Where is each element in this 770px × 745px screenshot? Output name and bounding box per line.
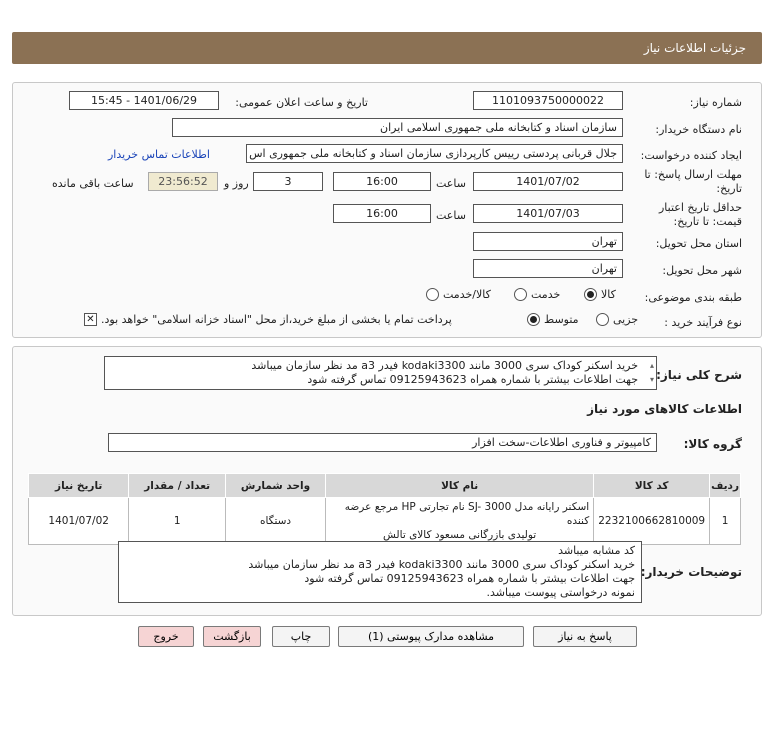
goods-table: ردیف کد کالا نام کالا واحد شمارش تعداد /… xyxy=(27,473,741,545)
requester-label: ایجاد کننده درخواست: xyxy=(640,149,742,162)
col-date: تاریخ نیاز xyxy=(27,473,130,498)
buyer-org-field: سازمان اسناد و کتابخانه ملی جمهوری اسلام… xyxy=(172,118,623,137)
purchase-process-label: نوع فرآیند خرید : xyxy=(664,316,742,329)
back-button[interactable]: بازگشت xyxy=(203,626,261,647)
cell-name-line-1: اسکنر رایانه مدل SJ- 3000 نام تجارتی HP … xyxy=(344,501,590,527)
reply-deadline-label-2: تاریخ: xyxy=(716,182,742,195)
buyer-notes-label: توضیحات خریدار: xyxy=(640,565,742,579)
cell-row: 1 xyxy=(709,497,741,545)
process-medium-radio[interactable] xyxy=(527,313,540,326)
process-option-minor[interactable]: جزیی xyxy=(596,313,638,326)
need-number-label: شماره نیاز: xyxy=(689,96,742,109)
treasury-payment-option[interactable]: پرداخت تمام یا بخشی از مبلغ خرید،از محل … xyxy=(84,313,452,326)
category-both-radio[interactable] xyxy=(426,288,439,301)
category-service-label: خدمت xyxy=(531,288,561,301)
cell-code: 2232100662810009 xyxy=(593,497,711,545)
category-label: طبقه بندی موضوعی: xyxy=(644,291,742,304)
buyer-notes-line-2: خرید اسکنر کوداک سری 3000 مانند kodaki33… xyxy=(248,558,635,571)
cell-name: اسکنر رایانه مدل SJ- 3000 نام تجارتی HP … xyxy=(325,497,595,545)
category-option-both[interactable]: کالا/خدمت xyxy=(426,288,491,301)
cell-name-line-2: تولیدی بازرگانی مسعود کالای تالش xyxy=(383,529,537,541)
page-title: جزئیات اطلاعات نیاز xyxy=(643,41,746,55)
attachments-button[interactable]: مشاهده مدارک پیوستی (1) xyxy=(338,626,524,647)
treasury-payment-note: پرداخت تمام یا بخشی از مبلغ خرید،از محل … xyxy=(101,313,452,326)
summary-line-1: خرید اسکنر کوداک سری 3000 مانند kodaki33… xyxy=(251,359,638,372)
process-minor-label: جزیی xyxy=(613,313,639,326)
price-validity-label-1: حداقل تاریخ اعتبار xyxy=(658,201,742,214)
reply-days-field: 3 xyxy=(253,172,323,191)
col-row: ردیف xyxy=(709,473,741,498)
delivery-province-field: تهران xyxy=(473,232,623,251)
goods-group-field: کامپیوتر و فناوری اطلاعات-سخت افزار xyxy=(108,433,657,452)
remaining-label: ساعت باقی مانده xyxy=(52,177,134,190)
buyer-notes-box: کد مشابه میباشد خرید اسکنر کوداک سری 300… xyxy=(118,541,642,603)
treasury-payment-checkbox[interactable]: ✕ xyxy=(84,313,97,326)
buyer-org-label: نام دستگاه خریدار: xyxy=(655,123,742,136)
table-header-row: ردیف کد کالا نام کالا واحد شمارش تعداد /… xyxy=(27,473,741,498)
page: ParsNamadData 0101 0011 پایگاه خبری رسان… xyxy=(0,0,770,745)
category-goods-radio[interactable] xyxy=(584,288,597,301)
reply-deadline-time: 16:00 xyxy=(333,172,431,191)
category-option-goods[interactable]: کالا xyxy=(584,288,616,301)
process-minor-radio[interactable] xyxy=(596,313,609,326)
reply-button[interactable]: پاسخ به نیاز xyxy=(533,626,637,647)
price-validity-time-label: ساعت xyxy=(436,209,466,222)
reply-deadline-time-label: ساعت xyxy=(436,177,466,190)
exit-button[interactable]: خروج xyxy=(138,626,194,647)
col-qty: تعداد / مقدار xyxy=(128,473,226,498)
price-validity-time: 16:00 xyxy=(333,204,431,223)
delivery-province-label: استان محل تحویل: xyxy=(655,237,742,250)
print-button[interactable]: چاپ xyxy=(272,626,330,647)
process-option-medium[interactable]: متوسط xyxy=(527,313,579,326)
buyer-notes-line-1: کد مشابه میباشد xyxy=(558,544,635,557)
buyer-notes-line-4: نمونه درخواستی پیوست میباشد. xyxy=(486,586,635,599)
announce-datetime-field: 1401/06/29 - 15:45 xyxy=(69,91,219,110)
col-code: کد کالا xyxy=(593,473,711,498)
col-unit: واحد شمارش xyxy=(224,473,327,498)
cell-date: 1401/07/02 xyxy=(27,497,130,545)
cell-unit: دستگاه xyxy=(224,497,327,545)
process-medium-label: متوسط xyxy=(544,313,579,326)
buyer-notes-line-3: جهت اطلاعات بیشتر با شماره همراه 0912594… xyxy=(304,572,635,585)
buyer-contact-link[interactable]: اطلاعات تماس خریدار xyxy=(108,148,210,161)
category-service-radio[interactable] xyxy=(514,288,527,301)
announce-datetime-label: تاریخ و ساعت اعلان عمومی: xyxy=(235,96,368,109)
goods-group-label: گروه کالا: xyxy=(683,437,742,451)
resize-handle-icon: ▴ ▾ xyxy=(649,361,654,384)
delivery-city-field: تهران xyxy=(473,259,623,278)
cell-qty: 1 xyxy=(128,497,226,545)
goods-info-title: اطلاعات کالاهای مورد نیاز xyxy=(587,402,742,416)
summary-textarea[interactable]: خرید اسکنر کوداک سری 3000 مانند kodaki33… xyxy=(104,356,657,390)
summary-line-2: جهت اطلاعات بیشتر با شماره همراه 0912594… xyxy=(307,373,638,386)
reply-deadline-date: 1401/07/02 xyxy=(473,172,623,191)
delivery-city-label: شهر محل تحویل: xyxy=(662,264,742,277)
category-goods-label: کالا xyxy=(601,288,616,301)
price-validity-label-2: قیمت: تا تاریخ: xyxy=(673,215,742,228)
remaining-time-field: 23:56:52 xyxy=(148,172,218,191)
requester-field: جلال قربانی پردستی رییس کارپردازی سازمان… xyxy=(246,144,623,163)
days-label: روز و xyxy=(224,177,249,190)
table-row[interactable]: 1 2232100662810009 اسکنر رایانه مدل SJ- … xyxy=(27,497,741,545)
category-option-service[interactable]: خدمت xyxy=(514,288,560,301)
category-both-label: کالا/خدمت xyxy=(443,288,491,301)
reply-deadline-label-1: مهلت ارسال پاسخ: تا xyxy=(644,168,742,181)
col-name: نام کالا xyxy=(325,473,595,498)
price-validity-date: 1401/07/03 xyxy=(473,204,623,223)
summary-label: شرح کلی نیاز: xyxy=(656,368,742,382)
need-number-field: 1101093750000022 xyxy=(473,91,623,110)
page-header: جزئیات اطلاعات نیاز xyxy=(12,32,762,64)
